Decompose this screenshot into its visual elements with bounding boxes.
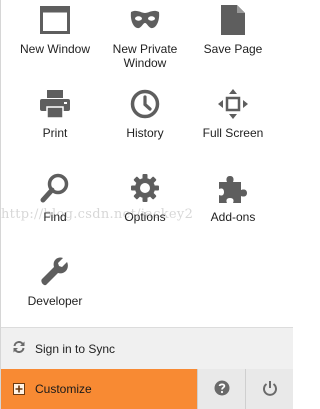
new-window-button[interactable]: New Window: [9, 4, 101, 56]
wrench-icon: [39, 256, 71, 288]
puzzle-icon: [217, 172, 249, 204]
options-button[interactable]: Options: [99, 172, 191, 224]
power-icon: [262, 380, 278, 399]
customize-label: Customize: [35, 382, 92, 396]
new-private-window-button[interactable]: New Private Window: [99, 4, 191, 70]
full-screen-label: Full Screen: [202, 126, 264, 140]
magnifier-icon: [39, 172, 71, 204]
clock-icon: [129, 88, 161, 120]
plus-icon: [13, 383, 25, 395]
new-window-icon: [39, 4, 71, 36]
add-ons-button[interactable]: Add-ons: [187, 172, 279, 224]
gear-icon: [129, 172, 161, 204]
sync-label: Sign in to Sync: [35, 341, 116, 356]
save-page-button[interactable]: Save Page: [187, 4, 279, 56]
history-button[interactable]: History: [99, 88, 191, 140]
developer-label: Developer: [27, 294, 83, 308]
app-menu-panel: New Window New Private Window Save Page: [0, 0, 293, 409]
print-button[interactable]: Print: [9, 88, 101, 140]
find-button[interactable]: Find: [9, 172, 101, 224]
quit-button[interactable]: [245, 369, 293, 409]
add-ons-label: Add-ons: [210, 210, 256, 224]
menu-grid: New Window New Private Window Save Page: [1, 0, 293, 327]
fullscreen-icon: [217, 88, 249, 120]
sync-icon: [12, 340, 26, 357]
printer-icon: [39, 88, 71, 120]
new-window-label: New Window: [19, 42, 91, 56]
mask-icon: [129, 4, 161, 36]
full-screen-button[interactable]: Full Screen: [187, 88, 279, 140]
developer-button[interactable]: Developer: [9, 256, 101, 308]
history-label: History: [126, 126, 164, 140]
help-button[interactable]: [197, 369, 245, 409]
customize-button[interactable]: Customize: [1, 369, 197, 409]
print-label: Print: [42, 126, 68, 140]
page-icon: [217, 4, 249, 36]
help-icon: [214, 380, 230, 399]
options-label: Options: [124, 210, 166, 224]
new-private-window-label: New Private Window: [112, 42, 178, 70]
save-page-label: Save Page: [203, 42, 263, 56]
menu-footer: Customize: [1, 369, 293, 409]
sign-in-to-sync-button[interactable]: Sign in to Sync: [1, 327, 293, 369]
find-label: Find: [43, 210, 67, 224]
